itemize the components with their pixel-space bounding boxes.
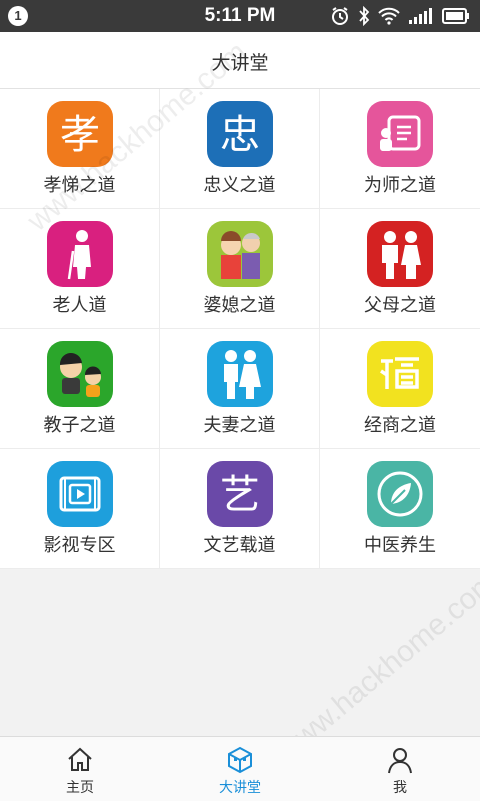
elder-icon <box>47 221 113 287</box>
grid-item-label: 中医养生 <box>364 535 436 556</box>
grid-item-jiaozi[interactable]: 教子之道 <box>0 329 160 449</box>
parents-icon <box>367 221 433 287</box>
grid-item-zhongyi-yangsheng[interactable]: 中医养生 <box>320 449 480 569</box>
grid-item-yingshi[interactable]: 影视专区 <box>0 449 160 569</box>
category-grid: 孝 孝悌之道 忠 忠义之道 为师之道 老人道 婆媳之道 父母之道 教子之道 夫妻… <box>0 89 480 569</box>
home-icon <box>66 746 94 778</box>
wifi-icon <box>378 7 400 25</box>
signal-icon <box>408 7 434 25</box>
grid-item-label: 父母之道 <box>364 295 436 316</box>
grid-item-label: 文艺载道 <box>203 535 276 556</box>
title-bar: 大讲堂 <box>0 32 480 89</box>
tab-lecture-hall[interactable]: 大讲堂 <box>160 737 320 801</box>
bluetooth-icon <box>358 6 370 26</box>
grid-item-laoren[interactable]: 老人道 <box>0 209 160 329</box>
grid-item-wenyi[interactable]: 艺 文艺载道 <box>160 449 320 569</box>
grid-item-label: 夫妻之道 <box>203 415 276 436</box>
leaf-icon <box>367 461 433 527</box>
tab-me[interactable]: 我 <box>320 737 480 801</box>
couple-icon <box>207 341 273 407</box>
grid-item-label: 影视专区 <box>43 535 116 556</box>
status-bar: 1 5:11 PM <box>0 0 480 32</box>
tab-label: 我 <box>393 780 407 796</box>
grid-item-xiaoti[interactable]: 孝 孝悌之道 <box>0 89 160 209</box>
grid-item-label: 婆媳之道 <box>203 295 276 316</box>
mother-daughter-in-law-icon <box>207 221 273 287</box>
svg-text:忠: 忠 <box>220 112 260 158</box>
svg-text:艺: 艺 <box>220 472 260 518</box>
tab-home[interactable]: 主页 <box>0 737 160 801</box>
children-icon <box>47 341 113 407</box>
grid-item-weishi[interactable]: 为师之道 <box>320 89 480 209</box>
battery-icon <box>442 8 470 24</box>
teacher-icon <box>367 101 433 167</box>
commerce-icon <box>367 341 433 407</box>
page-title: 大讲堂 <box>211 52 269 74</box>
bottom-tab-bar: 主页 大讲堂 我 <box>0 736 480 801</box>
user-icon <box>386 746 414 778</box>
grid-item-poxi[interactable]: 婆媳之道 <box>160 209 320 329</box>
grid-item-fuqi[interactable]: 夫妻之道 <box>160 329 320 449</box>
xiao-character-icon: 孝 <box>47 101 113 167</box>
yi-character-icon: 艺 <box>207 461 273 527</box>
film-icon <box>47 461 113 527</box>
grid-item-label: 为师之道 <box>364 175 436 196</box>
zhong-character-icon: 忠 <box>207 101 273 167</box>
grid-item-fumu[interactable]: 父母之道 <box>320 209 480 329</box>
grid-item-jingshang[interactable]: 经商之道 <box>320 329 480 449</box>
grid-item-label: 经商之道 <box>364 415 436 436</box>
grid-item-label: 教子之道 <box>43 415 116 436</box>
grid-item-label: 孝悌之道 <box>43 175 116 196</box>
grid-item-label: 忠义之道 <box>203 175 276 196</box>
tab-label: 大讲堂 <box>219 780 261 796</box>
grid-item-label: 老人道 <box>52 295 107 316</box>
alarm-icon <box>330 6 350 26</box>
cube-icon <box>226 746 254 778</box>
svg-text:孝: 孝 <box>60 112 100 158</box>
tab-label: 主页 <box>66 780 94 796</box>
grid-item-zhongyi[interactable]: 忠 忠义之道 <box>160 89 320 209</box>
